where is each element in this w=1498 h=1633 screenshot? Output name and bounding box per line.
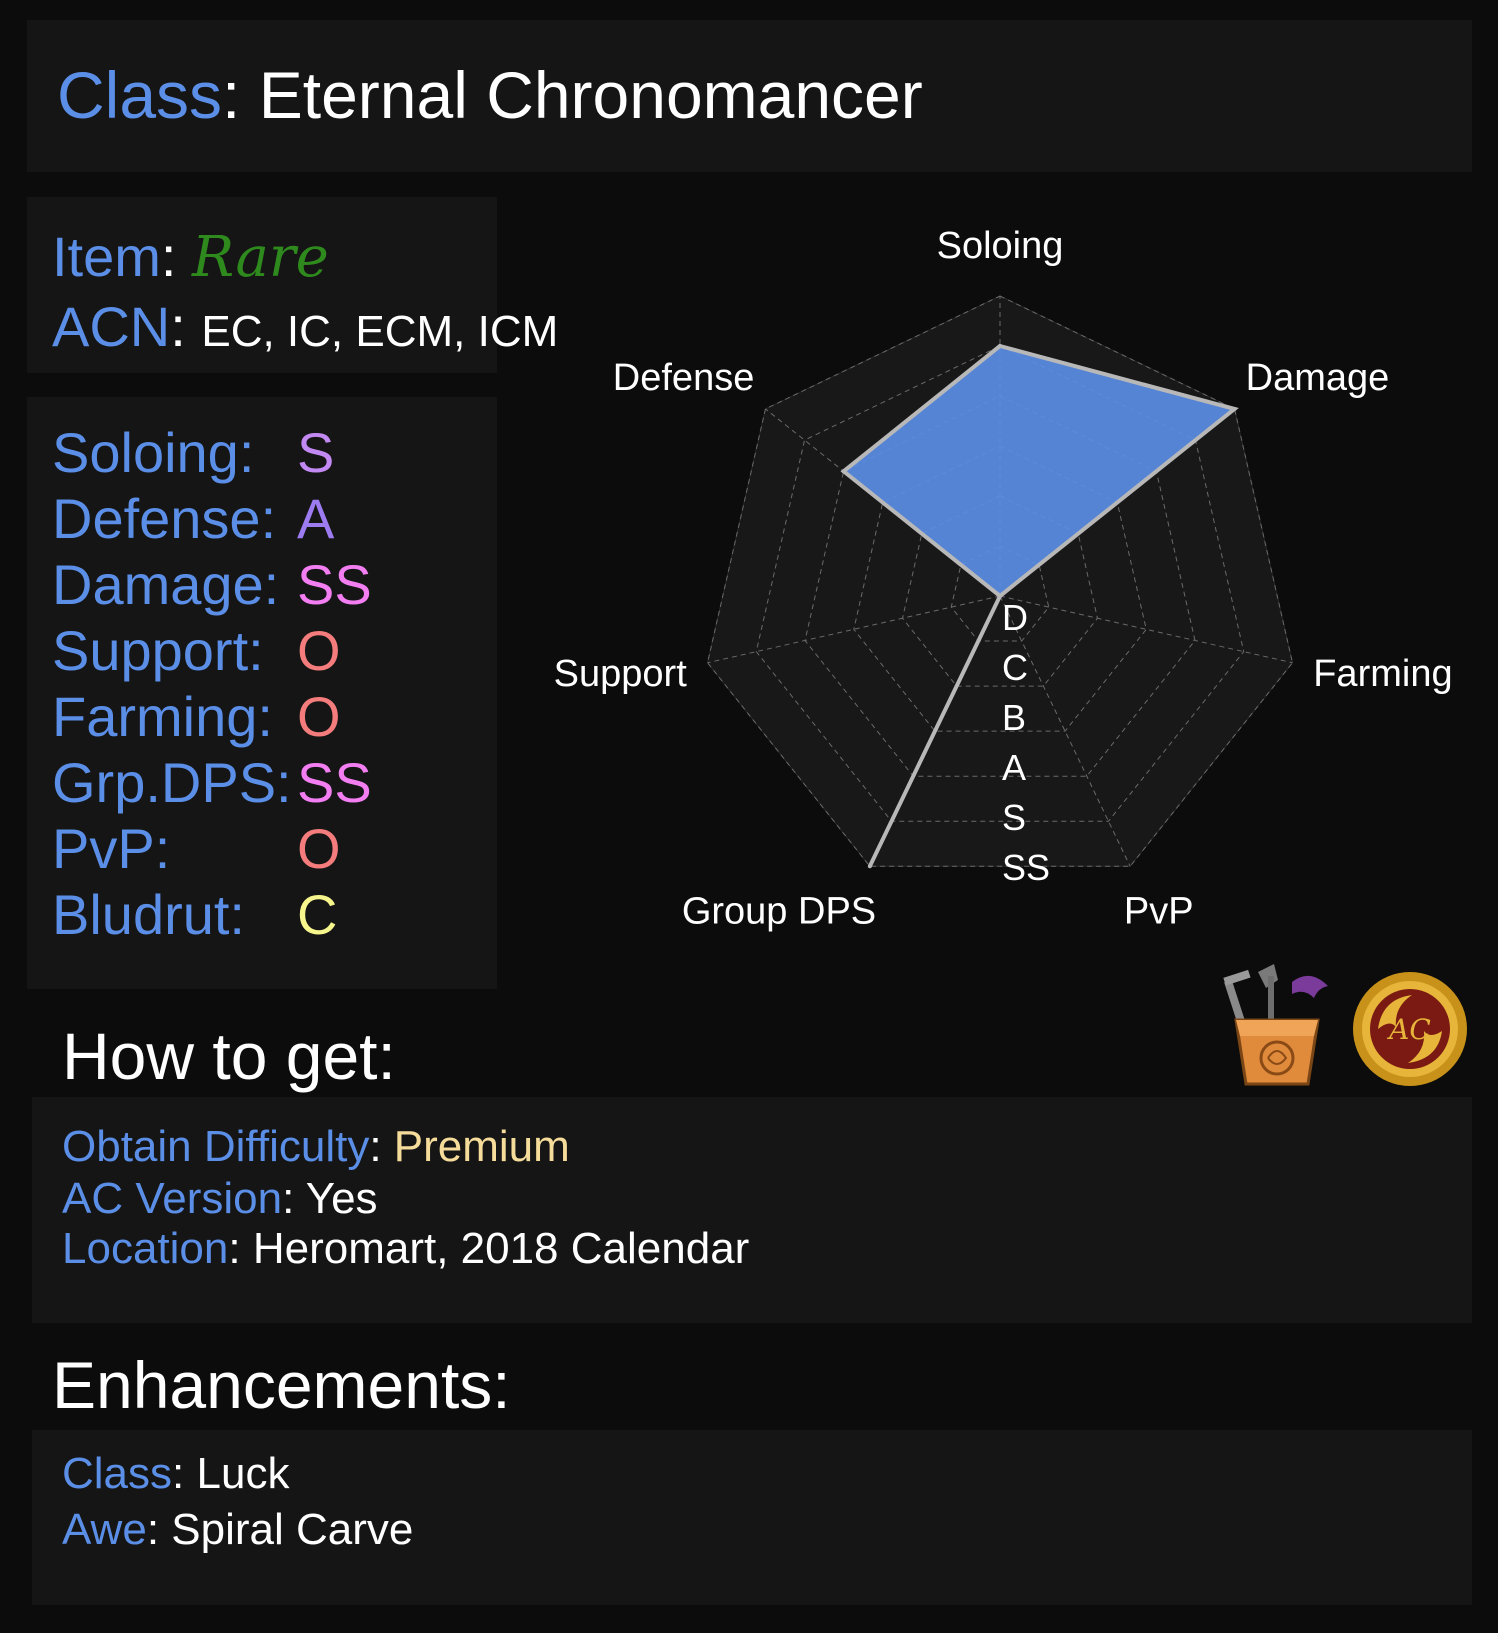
ratings-panel: Soloing: S Defense: A Damage: SS Support: O … <box>27 397 497 989</box>
ac-version-row: AC Version: Yes <box>62 1177 378 1221</box>
difficulty-label: Obtain Difficulty <box>62 1122 370 1171</box>
awe-enhancement-value: Spiral Carve <box>171 1505 414 1554</box>
rating-grade: A <box>297 487 335 550</box>
radar-scale-label: D <box>1002 597 1028 638</box>
radar-scale-label: C <box>1002 647 1028 688</box>
difficulty-separator: : <box>369 1122 382 1171</box>
rating-grade: SS <box>297 751 372 814</box>
rating-label: PvP: <box>52 817 171 880</box>
rating-row: Grp.DPS:SS <box>52 755 372 811</box>
rating-label: Soloing: <box>52 421 255 484</box>
rating-grade: O <box>297 817 341 880</box>
item-rarity: Rare <box>192 225 329 290</box>
radar-scale-label: B <box>1002 697 1026 738</box>
location-separator: : <box>228 1224 241 1273</box>
radar-axis-label: Farming <box>1313 653 1452 695</box>
awe-enhancement-label: Awe <box>62 1505 147 1554</box>
class-enhancement-separator: : <box>172 1449 185 1498</box>
location-label: Location <box>62 1224 229 1273</box>
acn-row: ACN: EC, IC, ECM, ICM <box>52 299 558 355</box>
awe-enhancement-separator: : <box>146 1505 160 1554</box>
heromart-bag-icon <box>1223 964 1328 1086</box>
rating-label: Support: <box>52 619 264 682</box>
radar-chart: DCBASSSSoloingDamageFarmingPvPGroup DPSS… <box>554 225 1453 932</box>
ac-coin-icon: AC <box>1353 972 1467 1086</box>
radar-data-point <box>841 469 846 474</box>
item-info-panel: Item: Rare ACN: EC, IC, ECM, ICM <box>27 197 558 373</box>
radar-data-point <box>998 344 1002 348</box>
location-value: Heromart, 2018 Calendar <box>252 1224 750 1273</box>
rating-label: Grp.DPS: <box>52 751 292 814</box>
radar-data-point <box>1232 406 1237 411</box>
enhancements-heading: Enhancements: <box>52 1348 511 1422</box>
rating-label: Farming: <box>52 685 273 748</box>
rating-row: Farming: O <box>52 689 341 745</box>
radar-scale-label: A <box>1002 747 1026 788</box>
class-enhancement-label: Class <box>62 1449 173 1498</box>
rating-label: Damage: <box>52 553 280 616</box>
difficulty-row: Obtain Difficulty: Premium <box>62 1125 570 1169</box>
radar-axis-label: Soloing <box>937 225 1064 267</box>
rating-grade: O <box>297 619 341 682</box>
rating-row: Bludrut: C <box>52 887 337 943</box>
class-enhancement-row: Class: Luck <box>62 1452 289 1496</box>
class-enhancement-value: Luck <box>196 1449 290 1498</box>
rating-row: PvP: O <box>52 821 341 877</box>
how-to-get-panel: Obtain Difficulty: Premium AC Version: Y… <box>32 1097 1472 1323</box>
class-name: Eternal Chronomancer <box>258 58 923 132</box>
acn-label: ACN <box>52 295 171 358</box>
radar-scale-label: SS <box>1002 847 1050 888</box>
item-label: Item <box>52 225 161 288</box>
item-separator: : <box>160 225 177 288</box>
class-header-panel: Class: Eternal Chronomancer <box>27 20 1472 172</box>
ac-version-value: Yes <box>305 1174 378 1223</box>
enhancements-panel: Class: Luck Awe: Spiral Carve <box>32 1430 1472 1605</box>
awe-enhancement-row: Awe: Spiral Carve <box>62 1508 413 1552</box>
rating-row: Soloing: S <box>52 425 334 481</box>
location-row: Location: Heromart, 2018 Calendar <box>62 1227 749 1271</box>
radar-scale-label: S <box>1002 797 1026 838</box>
rating-label: Bludrut: <box>52 883 245 946</box>
radar-axis-label: Damage <box>1246 357 1390 399</box>
rating-grade: C <box>297 883 338 946</box>
rating-grade: SS <box>297 553 372 616</box>
radar-data-point <box>867 864 872 869</box>
radar-axis-label: Support <box>554 653 688 695</box>
ac-version-label: AC Version <box>62 1174 283 1223</box>
how-to-get-heading: How to get: <box>62 1019 396 1093</box>
rating-grade: S <box>297 421 335 484</box>
acn-separator: : <box>170 295 186 358</box>
difficulty-value: Premium <box>393 1122 570 1171</box>
rating-row: Defense: A <box>52 491 334 547</box>
radar-axis-label: Group DPS <box>682 890 876 932</box>
rating-grade: O <box>297 685 341 748</box>
class-label: Class <box>57 58 223 132</box>
svg-text:AC: AC <box>1386 1013 1431 1046</box>
acn-value: EC, IC, ECM, ICM <box>201 307 559 356</box>
class-title: Class: Eternal Chronomancer <box>57 62 923 128</box>
rating-row: Damage: SS <box>52 557 372 613</box>
ac-version-separator: : <box>282 1174 295 1223</box>
radar-axis-label: Defense <box>613 357 755 399</box>
item-row: Item: Rare <box>52 229 329 286</box>
radar-axis-label: PvP <box>1124 890 1194 932</box>
rating-label: Defense: <box>52 487 277 550</box>
rating-row: Support: O <box>52 623 341 679</box>
class-separator: : <box>222 58 241 132</box>
